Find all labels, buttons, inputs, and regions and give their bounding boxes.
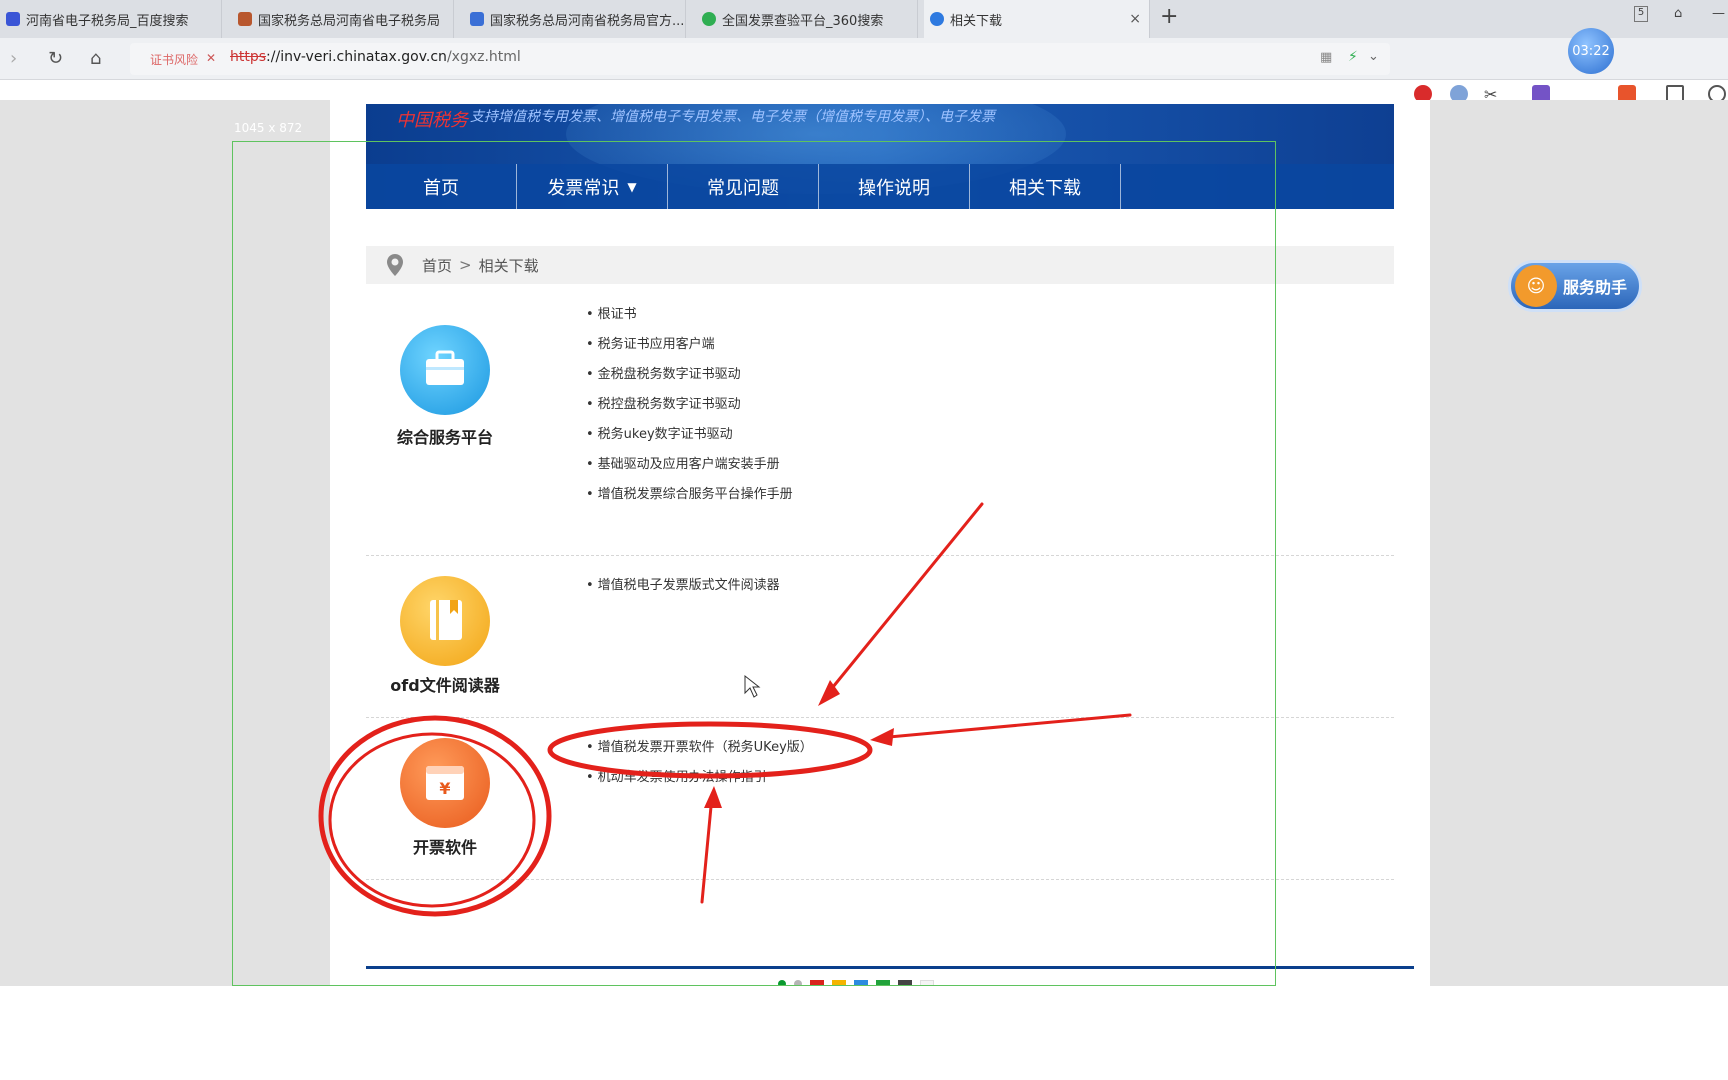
- tab-count-icon[interactable]: 5: [1634, 6, 1648, 22]
- download-list: 增值税发票开票软件（税务UKey版） 机动车发票使用办法操作指引: [586, 733, 813, 793]
- nav-item-downloads[interactable]: 相关下载: [970, 164, 1121, 209]
- download-link[interactable]: 增值税发票开票软件（税务UKey版）: [586, 733, 813, 763]
- plus-icon[interactable]: +: [1160, 4, 1178, 29]
- book-icon: [400, 576, 490, 666]
- reload-icon[interactable]: ↻: [48, 48, 63, 69]
- location-pin-icon: [387, 254, 403, 276]
- cert-warning[interactable]: 证书风险: [150, 51, 198, 68]
- url-protocol: https: [230, 49, 267, 65]
- download-section-ofd-reader: ofd文件阅读器 增值税电子发票版式文件阅读器: [366, 556, 1394, 718]
- site-logo[interactable]: 中国税务: [396, 106, 468, 132]
- download-list: 根证书 税务证书应用客户端 金税盘税务数字证书驱动 税控盘税务数字证书驱动 税务…: [586, 300, 793, 510]
- cert-broken-icon: ✕: [206, 51, 217, 65]
- nav-item-home[interactable]: 首页: [366, 164, 517, 209]
- tab-favicon-icon: [6, 12, 20, 26]
- breadcrumb-current: 相关下载: [478, 256, 539, 275]
- nav-item-invoice-knowledge[interactable]: 发票常识 ▼: [517, 164, 668, 209]
- url-host: ://inv-veri.chinatax.gov.cn: [266, 49, 447, 65]
- section-title: ofd文件阅读器: [390, 676, 500, 695]
- url-text: https://inv-veri.chinatax.gov.cn/xgxz.ht…: [230, 49, 521, 65]
- svg-text:¥: ¥: [439, 779, 450, 798]
- url-path: /xgxz.html: [446, 49, 521, 65]
- assistant-face-icon: ☺: [1515, 265, 1557, 307]
- browser-tab-bar: 河南省电子税务局_百度搜索 国家税务总局河南省电子税务局 国家税务总局河南省税务…: [0, 0, 1728, 38]
- page-viewport: 中国税务 支持增值税专用发票、增值税电子专用发票、电子发票（增值税专用发票）、电…: [0, 100, 1728, 988]
- tab-title: 相关下载: [950, 13, 1003, 29]
- tab-title: 国家税务总局河南省税务局官方...: [490, 13, 685, 29]
- tab-favicon-icon: [702, 12, 716, 26]
- nav-item-label: 操作说明: [858, 177, 930, 199]
- site-banner: 中国税务 支持增值税专用发票、增值税电子专用发票、电子发票（增值税专用发票）、电…: [366, 104, 1394, 209]
- browser-tab-active[interactable]: 相关下载 ×: [924, 0, 1150, 38]
- tab-favicon-icon: [930, 12, 944, 26]
- service-helper-button[interactable]: ☺ 服务助手: [1508, 260, 1642, 312]
- browser-tab[interactable]: 河南省电子税务局_百度搜索: [0, 0, 222, 38]
- forward-icon[interactable]: ›: [10, 48, 17, 69]
- breadcrumb-home[interactable]: 首页: [422, 255, 452, 276]
- main-nav: 首页 发票常识 ▼ 常见问题 操作说明 相关下载: [366, 164, 1394, 209]
- minimize-icon[interactable]: —: [1712, 6, 1725, 21]
- breadcrumb-separator: >: [459, 256, 472, 274]
- home-icon[interactable]: ⌂: [90, 48, 101, 69]
- banner-slogan: 支持增值税专用发票、增值税电子专用发票、电子发票（增值税专用发票）、电子发票: [470, 109, 995, 125]
- download-link[interactable]: 根证书: [586, 300, 793, 330]
- download-link[interactable]: 税控盘税务数字证书驱动: [586, 390, 793, 420]
- skin-icon[interactable]: ⌂: [1674, 6, 1682, 21]
- download-link[interactable]: 增值税发票综合服务平台操作手册: [586, 480, 793, 510]
- browser-tab[interactable]: 全国发票查验平台_360搜索: [696, 0, 918, 38]
- footer-divider: [366, 966, 1414, 969]
- nav-item-label: 常见问题: [707, 177, 779, 199]
- invoice-yuan-icon: ¥: [400, 738, 490, 828]
- inspect-size-label: 1045 x 872: [234, 121, 303, 135]
- qr-code-icon[interactable]: ▦: [1320, 50, 1332, 65]
- download-section-invoicing-software: ¥ 开票软件 增值税发票开票软件（税务UKey版） 机动车发票使用办法操作指引: [366, 718, 1394, 880]
- download-section-service-platform: 综合服务平台 根证书 税务证书应用客户端 金税盘税务数字证书驱动 税控盘税务数字…: [366, 296, 1394, 556]
- clock-badge[interactable]: 03:22: [1568, 28, 1614, 74]
- section-title: 开票软件: [412, 838, 477, 857]
- nav-item-label: 首页: [423, 177, 459, 199]
- download-link[interactable]: 税务ukey数字证书驱动: [586, 420, 793, 450]
- page-bottom-area: [0, 986, 1728, 1080]
- tab-favicon-icon: [238, 12, 252, 26]
- chevron-down-icon[interactable]: ⌄: [1368, 49, 1379, 64]
- download-link[interactable]: 金税盘税务数字证书驱动: [586, 360, 793, 390]
- lightning-icon[interactable]: ⚡: [1348, 49, 1358, 65]
- browser-tab[interactable]: 国家税务总局河南省电子税务局: [232, 0, 454, 38]
- tab-favicon-icon: [470, 12, 484, 26]
- service-helper-label: 服务助手: [1563, 278, 1628, 297]
- briefcase-icon: [400, 325, 490, 415]
- nav-item-faq[interactable]: 常见问题: [668, 164, 819, 209]
- download-list: 增值税电子发票版式文件阅读器: [586, 571, 780, 601]
- tab-title: 国家税务总局河南省电子税务局: [258, 13, 441, 29]
- nav-item-instructions[interactable]: 操作说明: [819, 164, 970, 209]
- nav-item-label: 相关下载: [1009, 177, 1081, 199]
- tab-title: 全国发票查验平台_360搜索: [722, 13, 884, 29]
- browser-tab[interactable]: 国家税务总局河南省税务局官方...: [464, 0, 686, 38]
- browser-address-bar: › ↻ ⌂ 证书风险 ✕ https://inv-veri.chinatax.g…: [0, 38, 1728, 104]
- download-link[interactable]: 机动车发票使用办法操作指引: [586, 763, 813, 793]
- section-title: 综合服务平台: [396, 428, 493, 447]
- tab-title: 河南省电子税务局_百度搜索: [26, 13, 189, 29]
- url-field[interactable]: 证书风险 ✕ https://inv-veri.chinatax.gov.cn/…: [130, 43, 1390, 75]
- close-tab-icon[interactable]: ×: [1129, 11, 1141, 27]
- download-link[interactable]: 增值税电子发票版式文件阅读器: [586, 571, 780, 601]
- nav-item-label: 发票常识: [547, 177, 620, 199]
- chevron-down-icon: ▼: [627, 179, 637, 194]
- download-link[interactable]: 税务证书应用客户端: [586, 330, 793, 360]
- breadcrumb: 首页 > 相关下载: [366, 246, 1394, 284]
- download-link[interactable]: 基础驱动及应用客户端安装手册: [586, 450, 793, 480]
